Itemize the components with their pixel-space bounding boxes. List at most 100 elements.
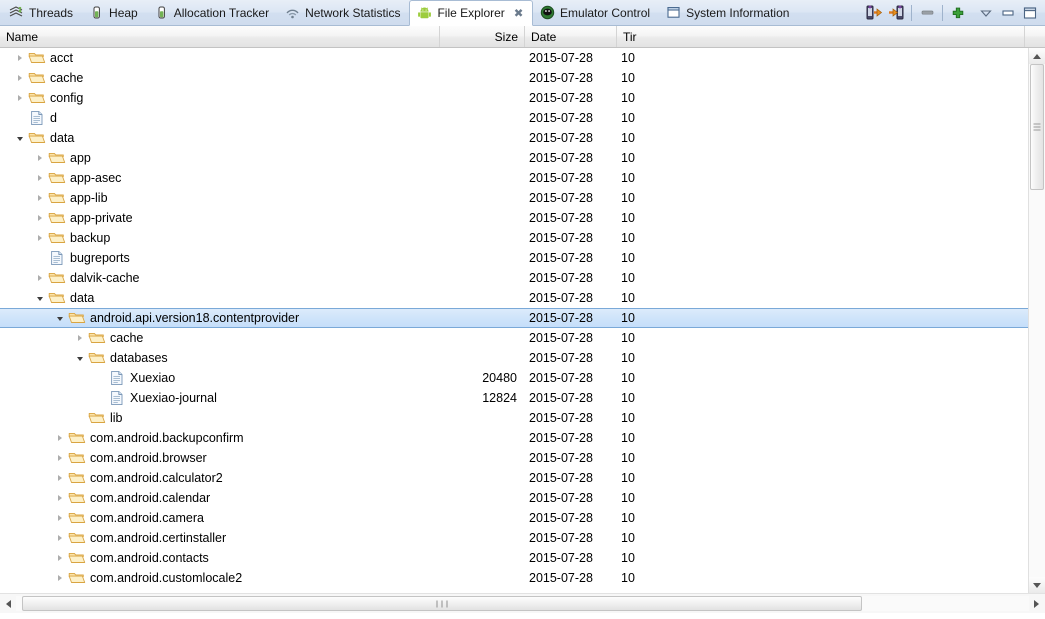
file-tree-row[interactable]: backup 2015-07-28 10 <box>0 228 1028 248</box>
file-tree-row[interactable]: cache 2015-07-28 10 <box>0 328 1028 348</box>
expand-arrow-open-icon[interactable] <box>72 350 88 366</box>
expand-arrow-closed-icon[interactable] <box>12 90 28 106</box>
file-name-cell[interactable]: config <box>0 90 440 106</box>
expand-arrow-closed-icon[interactable] <box>12 70 28 86</box>
scroll-left-button[interactable] <box>1 599 16 608</box>
file-tree-row[interactable]: acct 2015-07-28 10 <box>0 48 1028 68</box>
file-tree-row[interactable]: com.android.calculator2 2015-07-28 10 <box>0 468 1028 488</box>
new-folder-button[interactable] <box>947 2 969 24</box>
minimize-button[interactable] <box>997 2 1019 24</box>
file-tree-row[interactable]: com.android.camera 2015-07-28 10 <box>0 508 1028 528</box>
file-name-cell[interactable]: app-lib <box>0 190 440 206</box>
column-header-name[interactable]: Name <box>0 26 440 47</box>
tab-heap[interactable]: Heap <box>82 0 147 25</box>
file-tree-row[interactable]: com.android.customlocale2 2015-07-28 10 <box>0 568 1028 588</box>
file-name-cell[interactable]: data <box>0 290 440 306</box>
file-name-cell[interactable]: com.android.backupconfirm <box>0 430 440 446</box>
horizontal-scroll-track[interactable] <box>16 596 1029 611</box>
expand-arrow-open-icon[interactable] <box>32 290 48 306</box>
file-tree-row[interactable]: com.android.browser 2015-07-28 10 <box>0 448 1028 468</box>
file-name-cell[interactable]: lib <box>0 410 440 426</box>
file-name-cell[interactable]: databases <box>0 350 440 366</box>
expand-arrow-closed-icon[interactable] <box>32 210 48 226</box>
expand-arrow-closed-icon[interactable] <box>32 190 48 206</box>
file-tree-row[interactable]: app 2015-07-28 10 <box>0 148 1028 168</box>
file-name-cell[interactable]: com.android.customlocale2 <box>0 570 440 586</box>
file-name-cell[interactable]: Xuexiao-journal <box>0 390 440 406</box>
file-name-cell[interactable]: app <box>0 150 440 166</box>
tab-emulator-control[interactable]: Emulator Control <box>533 0 659 25</box>
horizontal-scrollbar[interactable] <box>0 593 1045 613</box>
tab-allocation-tracker[interactable]: Allocation Tracker <box>147 0 278 25</box>
file-tree-row[interactable]: config 2015-07-28 10 <box>0 88 1028 108</box>
expand-arrow-open-icon[interactable] <box>52 310 68 326</box>
vertical-scroll-track[interactable] <box>1029 64 1045 577</box>
column-header-date[interactable]: Date <box>525 26 617 47</box>
file-tree-row-selected[interactable]: android.api.version18.contentprovider 201… <box>0 308 1028 328</box>
vertical-scrollbar[interactable] <box>1028 48 1045 593</box>
scroll-right-button[interactable] <box>1029 599 1044 608</box>
expand-arrow-closed-icon[interactable] <box>52 490 68 506</box>
tab-network-statistics[interactable]: Network Statistics <box>278 0 409 25</box>
expand-arrow-closed-icon[interactable] <box>72 330 88 346</box>
column-header-size[interactable]: Size <box>440 26 525 47</box>
file-tree-row[interactable]: data 2015-07-28 10 <box>0 288 1028 308</box>
file-tree-row[interactable]: dalvik-cache 2015-07-28 10 <box>0 268 1028 288</box>
file-tree-row[interactable]: app-private 2015-07-28 10 <box>0 208 1028 228</box>
expand-arrow-closed-icon[interactable] <box>12 50 28 66</box>
vertical-scroll-thumb[interactable] <box>1030 64 1044 190</box>
file-tree-row[interactable]: d 2015-07-28 10 <box>0 108 1028 128</box>
file-name-cell[interactable]: cache <box>0 70 440 86</box>
tab-system-information[interactable]: System Information <box>659 0 798 25</box>
file-tree-row[interactable]: Xuexiao-journal 12824 2015-07-28 10 <box>0 388 1028 408</box>
expand-arrow-closed-icon[interactable] <box>52 570 68 586</box>
file-name-cell[interactable]: data <box>0 130 440 146</box>
file-name-cell[interactable]: backup <box>0 230 440 246</box>
file-name-cell[interactable]: bugreports <box>0 250 440 266</box>
file-tree-row[interactable]: Xuexiao 20480 2015-07-28 10 <box>0 368 1028 388</box>
file-tree-row[interactable]: com.android.certinstaller 2015-07-28 10 <box>0 528 1028 548</box>
file-name-cell[interactable]: Xuexiao <box>0 370 440 386</box>
scroll-up-button[interactable] <box>1029 48 1045 64</box>
horizontal-scroll-thumb[interactable] <box>22 596 862 611</box>
file-name-cell[interactable]: d <box>0 110 440 126</box>
file-name-cell[interactable]: android.api.version18.contentprovider <box>0 310 440 326</box>
expand-arrow-closed-icon[interactable] <box>52 470 68 486</box>
file-name-cell[interactable]: com.android.contacts <box>0 550 440 566</box>
push-file-button[interactable] <box>885 2 907 24</box>
delete-button[interactable] <box>916 2 938 24</box>
expand-arrow-closed-icon[interactable] <box>32 150 48 166</box>
file-tree-row[interactable]: lib 2015-07-28 10 <box>0 408 1028 428</box>
tab-threads[interactable]: Threads <box>2 0 82 25</box>
expand-arrow-closed-icon[interactable] <box>52 450 68 466</box>
scroll-down-button[interactable] <box>1029 577 1045 593</box>
file-name-cell[interactable]: cache <box>0 330 440 346</box>
tab-file-explorer[interactable]: File Explorer ✖ <box>409 0 534 26</box>
file-tree-row[interactable]: app-lib 2015-07-28 10 <box>0 188 1028 208</box>
file-name-cell[interactable]: com.android.certinstaller <box>0 530 440 546</box>
file-tree-row[interactable]: app-asec 2015-07-28 10 <box>0 168 1028 188</box>
file-tree-row[interactable]: databases 2015-07-28 10 <box>0 348 1028 368</box>
expand-arrow-closed-icon[interactable] <box>32 270 48 286</box>
file-tree-row[interactable]: com.android.calendar 2015-07-28 10 <box>0 488 1028 508</box>
column-header-time[interactable]: Tir <box>617 26 1025 47</box>
file-name-cell[interactable]: dalvik-cache <box>0 270 440 286</box>
file-name-cell[interactable]: app-asec <box>0 170 440 186</box>
expand-arrow-closed-icon[interactable] <box>32 170 48 186</box>
expand-arrow-closed-icon[interactable] <box>52 430 68 446</box>
expand-arrow-closed-icon[interactable] <box>52 510 68 526</box>
file-tree-row[interactable]: data 2015-07-28 10 <box>0 128 1028 148</box>
maximize-button[interactable] <box>1019 2 1041 24</box>
file-name-cell[interactable]: acct <box>0 50 440 66</box>
file-tree-row[interactable]: com.android.backupconfirm 2015-07-28 10 <box>0 428 1028 448</box>
file-name-cell[interactable]: com.android.calculator2 <box>0 470 440 486</box>
file-name-cell[interactable]: app-private <box>0 210 440 226</box>
pull-file-button[interactable] <box>863 2 885 24</box>
file-name-cell[interactable]: com.android.camera <box>0 510 440 526</box>
file-tree-row[interactable]: bugreports 2015-07-28 10 <box>0 248 1028 268</box>
file-tree-row[interactable]: com.android.contacts 2015-07-28 10 <box>0 548 1028 568</box>
file-name-cell[interactable]: com.android.browser <box>0 450 440 466</box>
expand-arrow-open-icon[interactable] <box>12 130 28 146</box>
close-icon[interactable]: ✖ <box>514 6 524 20</box>
expand-arrow-closed-icon[interactable] <box>52 550 68 566</box>
